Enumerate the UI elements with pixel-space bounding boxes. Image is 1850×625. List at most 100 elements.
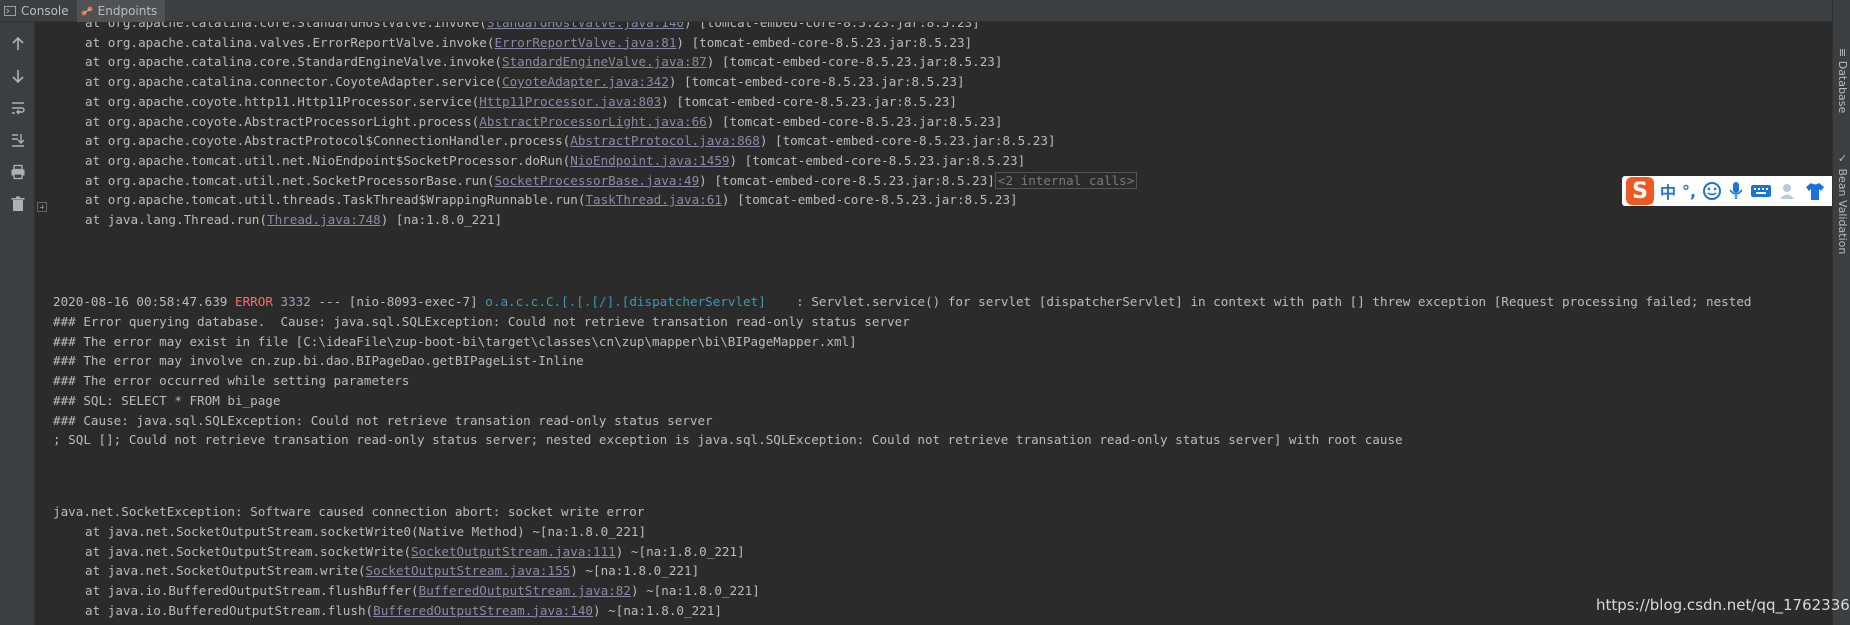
source-link[interactable]: SocketOutputStream.java:111: [411, 544, 616, 559]
skin-shirt-icon[interactable]: [1804, 181, 1826, 201]
stack-trace-line: at java.io.BufferedOutputStream.flush(Bu…: [85, 601, 722, 621]
soft-wrap-icon: [12, 102, 25, 115]
scroll-to-end-button[interactable]: [8, 130, 28, 150]
stack-frame-suffix: ) [tomcat-embed-core-8.5.23.jar:8.5.23]: [706, 54, 1003, 70]
stack-frame-text: at org.apache.tomcat.util.net.NioEndpoin…: [85, 152, 571, 168]
source-link[interactable]: StandardHostValve.java:140: [487, 22, 684, 30]
scroll-up-button[interactable]: [8, 34, 28, 54]
stack-frame-text: at org.apache.catalina.core.StandardHost…: [85, 22, 487, 30]
emoji-icon[interactable]: [1702, 181, 1722, 201]
stack-trace-line: at org.apache.catalina.valves.ErrorRepor…: [85, 33, 972, 53]
folded-internal-calls[interactable]: <2 internal calls>: [994, 171, 1138, 189]
ime-toolbar[interactable]: S 中 °,: [1622, 176, 1850, 206]
error-detail-line: ### Cause: java.sql.SQLException: Could …: [53, 412, 713, 428]
source-link[interactable]: NioEndpoint.java:1459: [570, 153, 729, 168]
stack-trace-line: at java.lang.Thread.run(Thread.java:748)…: [85, 210, 502, 230]
stack-frame-text: at org.apache.tomcat.util.threads.TaskTh…: [85, 192, 586, 208]
error-detail-line: ### Error querying database. Cause: java…: [53, 314, 910, 329]
source-link[interactable]: StandardEngineValve.java:87: [502, 54, 707, 69]
stack-frame-suffix: ) [tomcat-embed-core-8.5.23.jar:8.5.23]: [759, 133, 1056, 149]
source-link[interactable]: CoyoteAdapter.java:342: [502, 74, 669, 89]
error-detail-line: ### The error may involve cn.zup.bi.dao.…: [53, 353, 584, 369]
stack-trace-line: at java.net.SocketOutputStream.write(Soc…: [85, 561, 699, 581]
scroll-down-button[interactable]: [8, 66, 28, 86]
stack-frame-text: at java.net.SocketOutputStream.socketWri…: [85, 524, 647, 539]
stack-frame-text: at org.apache.tomcat.util.net.SocketProc…: [85, 172, 495, 188]
stack-trace-line: at org.apache.tomcat.util.net.NioEndpoin…: [85, 151, 1025, 171]
stack-trace-line: at org.apache.tomcat.util.net.SocketProc…: [85, 171, 1138, 191]
tool-window-tabbar: Console Endpoints: [0, 0, 1850, 22]
stack-frame-suffix: ) ~[na:1.8.0_221]: [593, 602, 722, 618]
source-link[interactable]: BufferedOutputStream.java:140: [373, 603, 593, 618]
ime-punctuation-toggle[interactable]: °,: [1682, 182, 1696, 201]
source-link[interactable]: BufferedOutputStream.java:82: [419, 583, 631, 598]
stack-frame-text: at java.io.BufferedOutputStream.flushBuf…: [85, 583, 419, 599]
source-link[interactable]: TaskThread.java:61: [585, 192, 721, 207]
stack-frame-suffix: ) [tomcat-embed-core-8.5.23.jar:8.5.23]: [729, 152, 1026, 168]
stack-frame-text: at org.apache.catalina.core.StandardEngi…: [85, 54, 503, 70]
stack-frame-text: at org.apache.catalina.valves.ErrorRepor…: [85, 34, 495, 50]
source-link[interactable]: AbstractProcessorLight.java:66: [479, 114, 706, 129]
stack-frame-suffix: ) [tomcat-embed-core-8.5.23.jar:8.5.23]: [706, 113, 1003, 129]
error-detail-line: ### The error occurred while setting par…: [53, 373, 410, 389]
stack-frame-text: at java.io.BufferedOutputStream.flush(: [85, 602, 374, 618]
stack-frame-suffix: ) [tomcat-embed-core-8.5.23.jar:8.5.23]: [684, 22, 980, 30]
error-detail-line: ### The error may exist in file [C:\idea…: [53, 333, 857, 349]
stack-trace-line: at org.apache.coyote.AbstractProcessorLi…: [85, 112, 1002, 132]
validation-icon: ✓: [1836, 152, 1849, 165]
sogou-logo[interactable]: S: [1626, 177, 1654, 205]
stack-frame-suffix: ) ~[na:1.8.0_221]: [570, 563, 700, 579]
stack-trace-line: at org.apache.catalina.connector.CoyoteA…: [85, 72, 965, 92]
console-output[interactable]: at org.apache.catalina.core.StandardHost…: [53, 22, 1832, 625]
console-toolbar: [0, 22, 35, 625]
stack-trace-line: at java.net.SocketOutputStream.socketWri…: [85, 522, 646, 542]
stack-frame-text: at java.net.SocketOutputStream.socketWri…: [85, 543, 412, 559]
bean-validation-tool-tab[interactable]: ✓ Bean Validation: [1836, 152, 1849, 254]
stack-frame-suffix: ) [na:1.8.0_221]: [380, 212, 503, 227]
source-link[interactable]: Http11Processor.java:803: [479, 94, 661, 109]
source-link[interactable]: SocketOutputStream.java:155: [366, 563, 571, 578]
stack-trace-line: at java.net.SocketOutputStream.socketWri…: [85, 542, 745, 562]
source-link[interactable]: ErrorReportValve.java:81: [494, 35, 676, 50]
stack-trace-line: at org.apache.coyote.http11.Http11Proces…: [85, 92, 957, 112]
database-tool-tab[interactable]: ≡ Database: [1836, 48, 1849, 113]
tab-endpoints-label: Endpoints: [97, 3, 158, 18]
print-button[interactable]: [8, 162, 28, 182]
stack-frame-suffix: ) ~[na:1.8.0_221]: [615, 543, 745, 559]
keyboard-icon[interactable]: [1750, 183, 1772, 199]
trash-icon: [11, 196, 25, 211]
tab-console-label: Console: [21, 3, 69, 18]
stack-trace-line: at org.apache.catalina.core.StandardEngi…: [85, 52, 1002, 72]
arrow-up-icon: [12, 36, 24, 50]
tab-endpoints[interactable]: Endpoints: [76, 0, 166, 22]
stack-trace-line: at org.apache.catalina.core.StandardHost…: [85, 22, 980, 33]
clear-all-button[interactable]: [8, 194, 28, 214]
fold-expand-icon[interactable]: [37, 202, 47, 212]
right-tool-strip: ≡ Database ✓ Bean Validation: [1832, 0, 1850, 625]
stack-trace-line: at org.apache.coyote.AbstractProtocol$Co…: [85, 131, 1056, 151]
soft-wrap-button[interactable]: [8, 98, 28, 118]
stack-frame-suffix: ) [tomcat-embed-core-8.5.23.jar:8.5.23]: [668, 74, 965, 90]
stack-frame-suffix: ) [tomcat-embed-core-8.5.23.jar:8.5.23]: [721, 192, 1018, 208]
stack-frame-suffix: ) [tomcat-embed-core-8.5.23.jar:8.5.23]: [699, 172, 995, 188]
error-detail-line: ; SQL []; Could not retrieve transation …: [53, 432, 1403, 448]
stack-frame-text: at org.apache.coyote.http11.Http11Proces…: [85, 93, 480, 109]
ime-language-toggle[interactable]: 中: [1660, 179, 1676, 203]
exception-line: java.net.SocketException: Software cause…: [53, 504, 645, 519]
watermark: https://blog.csdn.net/qq_17623363: [1596, 596, 1850, 614]
stack-trace-line: at java.io.BufferedOutputStream.flushBuf…: [85, 581, 760, 601]
stack-frame-text: at java.net.SocketOutputStream.write(: [85, 563, 366, 579]
tab-console[interactable]: Console: [0, 0, 77, 22]
source-link[interactable]: Thread.java:748: [267, 212, 381, 227]
user-icon[interactable]: [1778, 181, 1798, 201]
source-link[interactable]: SocketProcessorBase.java:49: [494, 173, 699, 188]
source-link[interactable]: AbstractProtocol.java:868: [570, 133, 760, 148]
stack-frame-text: at org.apache.coyote.AbstractProtocol$Co…: [85, 133, 571, 149]
database-icon: ≡: [1836, 48, 1849, 58]
stack-frame-text: at org.apache.catalina.connector.CoyoteA…: [85, 74, 503, 90]
microphone-icon[interactable]: [1728, 181, 1744, 201]
console-icon: [4, 5, 16, 17]
stack-frame-suffix: ) [tomcat-embed-core-8.5.23.jar:8.5.23]: [661, 93, 957, 109]
stack-frame-suffix: ) [tomcat-embed-core-8.5.23.jar:8.5.23]: [676, 34, 973, 50]
error-detail-line: ### SQL: SELECT * FROM bi_page: [53, 392, 281, 408]
